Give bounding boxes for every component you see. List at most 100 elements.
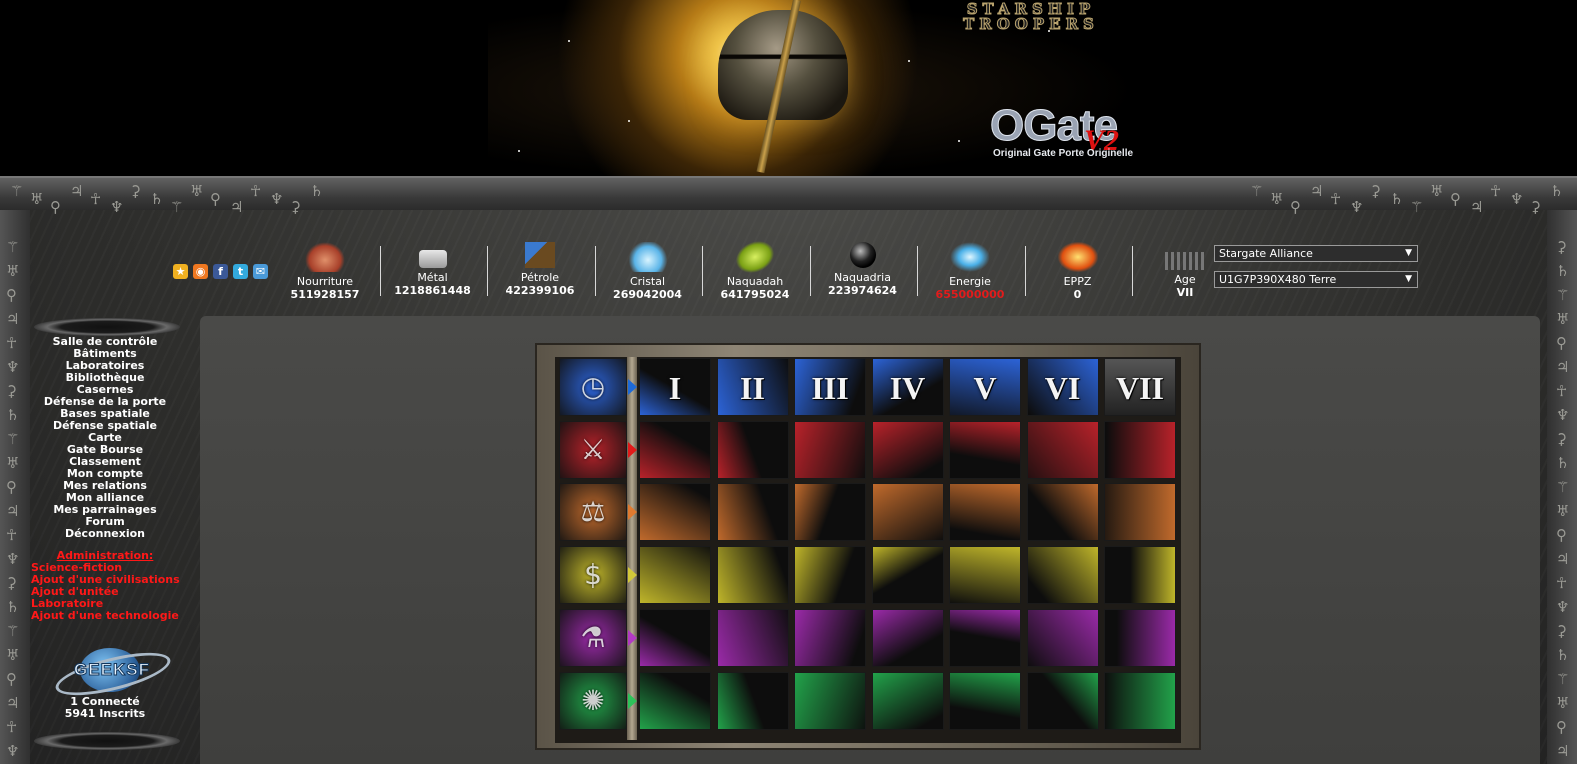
age-header-6[interactable]: VI: [1026, 358, 1099, 416]
category-military[interactable]: ⚔: [559, 420, 627, 479]
tech-cell-energy-5[interactable]: [949, 671, 1021, 730]
resource-eppz: EPPZ 0: [1026, 242, 1130, 301]
starship-troopers-logo: STARSHIP TROOPERS: [963, 0, 1099, 33]
glyph-decoration: ♅: [30, 190, 44, 208]
tech-cell-economy-6[interactable]: [1026, 546, 1099, 605]
tech-cell-politics-3[interactable]: [794, 483, 866, 542]
glyph-decoration: ⚚: [1250, 182, 1264, 200]
alliance-select-value: Stargate Alliance: [1219, 247, 1313, 260]
age-label: VII: [1115, 370, 1164, 406]
resource-energie: Energie 655000000: [918, 242, 1022, 301]
resource-value: 269042004: [613, 288, 682, 301]
category-energy[interactable]: ✺: [559, 671, 627, 730]
glyph-decoration: ♃: [6, 310, 20, 328]
facebook-icon[interactable]: f: [213, 264, 228, 279]
tech-cell-science-2[interactable]: [716, 608, 789, 667]
category-economy[interactable]: $: [559, 546, 627, 605]
resource-name: Naquadah: [726, 275, 784, 288]
resource-value: 1218861448: [394, 284, 471, 297]
row-arrow-icon: [628, 379, 637, 395]
category-ages[interactable]: ◷: [559, 358, 627, 416]
tech-cell-military-4[interactable]: [871, 420, 944, 479]
resource-cristal: Cristal 269042004: [596, 242, 700, 301]
tech-cell-military-5[interactable]: [949, 420, 1021, 479]
tech-cell-politics-1[interactable]: [639, 483, 711, 542]
tech-cell-military-3[interactable]: [794, 420, 866, 479]
tech-cell-science-7[interactable]: [1104, 608, 1176, 667]
planet-select-value: U1G7P390X480 Terre: [1219, 273, 1337, 286]
glyph-decoration: ♆: [1350, 198, 1364, 216]
glyph-decoration: ⚲: [6, 478, 17, 496]
messenger-icon[interactable]: ✉: [253, 264, 268, 279]
age-header-3[interactable]: III: [794, 358, 866, 416]
glyph-decoration: ☥: [6, 718, 18, 736]
age-header-5[interactable]: V: [949, 358, 1021, 416]
tech-cell-science-5[interactable]: [949, 608, 1021, 667]
age-label: V: [973, 370, 997, 406]
tech-cell-energy-2[interactable]: [716, 671, 789, 730]
tech-cell-economy-5[interactable]: [949, 546, 1021, 605]
age-header-2[interactable]: II: [716, 358, 789, 416]
tech-cell-energy-6[interactable]: [1026, 671, 1099, 730]
alliance-select[interactable]: Stargate Alliance ▼: [1214, 245, 1418, 262]
glyph-decoration: ☥: [250, 182, 262, 200]
rss-icon[interactable]: ◉: [193, 264, 208, 279]
resource-naquadria: Naquadria 223974624: [811, 242, 915, 297]
age-header-4[interactable]: IV: [871, 358, 944, 416]
tech-cell-economy-1[interactable]: [639, 546, 711, 605]
glyph-decoration: ⚳: [1556, 238, 1567, 256]
tech-cell-science-1[interactable]: [639, 608, 711, 667]
glyph-decoration: ♅: [190, 182, 204, 200]
tech-cell-politics-6[interactable]: [1026, 483, 1099, 542]
glyph-decoration: ♅: [1270, 190, 1284, 208]
glyph-decoration: ♆: [1556, 406, 1570, 424]
tech-cell-military-1[interactable]: [639, 420, 711, 479]
soldiers-icon: ⚔: [580, 432, 606, 466]
resource-name: Métal: [417, 271, 448, 284]
tech-cell-science-4[interactable]: [871, 608, 944, 667]
tech-cell-energy-7[interactable]: [1104, 671, 1176, 730]
tech-cell-economy-3[interactable]: [794, 546, 866, 605]
tech-cell-politics-5[interactable]: [949, 483, 1021, 542]
planet-select[interactable]: U1G7P390X480 Terre ▼: [1214, 271, 1418, 288]
crystal-icon: [627, 242, 668, 272]
glyph-decoration: ♆: [6, 550, 20, 568]
admin-link-ajout-d-une-technologie[interactable]: Ajout d'une technologie: [30, 610, 180, 622]
ogate-logo[interactable]: OGate V2 Original Gate Porte Originelle: [989, 103, 1180, 164]
tech-cell-military-7[interactable]: [1104, 420, 1176, 479]
glyph-decoration: ⚚: [6, 430, 20, 448]
tech-cell-politics-4[interactable]: [871, 483, 944, 542]
resource-naquadah: Naquadah 641795024: [703, 234, 807, 301]
twitter-icon[interactable]: t: [233, 264, 248, 279]
tech-cell-politics-2[interactable]: [716, 483, 789, 542]
glyph-decoration: ♆: [6, 358, 20, 376]
money-icon: $: [584, 558, 602, 592]
geeksf-label: GEEKSF: [74, 660, 150, 680]
tech-cell-economy-7[interactable]: [1104, 546, 1176, 605]
glyph-decoration: ♅: [1556, 502, 1570, 520]
tech-cell-science-3[interactable]: [794, 608, 866, 667]
tech-cell-military-2[interactable]: [716, 420, 789, 479]
category-politics[interactable]: ⚖: [559, 483, 627, 542]
favorites-icon[interactable]: ★: [173, 264, 188, 279]
tech-cell-economy-4[interactable]: [871, 546, 944, 605]
glyph-decoration: ☥: [1556, 382, 1568, 400]
tech-cell-energy-4[interactable]: [871, 671, 944, 730]
age-header-1[interactable]: I: [639, 358, 711, 416]
tech-cell-military-6[interactable]: [1026, 420, 1099, 479]
glyph-decoration: ♅: [6, 646, 20, 664]
glyph-decoration: ♄: [6, 406, 20, 424]
tech-cell-economy-2[interactable]: [716, 546, 789, 605]
lightning-icon: [950, 242, 990, 272]
tech-cell-politics-7[interactable]: [1104, 483, 1176, 542]
tech-cell-energy-1[interactable]: [639, 671, 711, 730]
tech-cell-science-6[interactable]: [1026, 608, 1099, 667]
tech-cell-energy-3[interactable]: [794, 671, 866, 730]
glyph-decoration: ⚲: [1450, 190, 1461, 208]
age-header-7[interactable]: VII: [1104, 358, 1176, 416]
age-label: I: [668, 370, 682, 406]
geeksf-logo[interactable]: GEEKSF: [48, 644, 175, 704]
glyph-decoration: ⚳: [1370, 182, 1381, 200]
category-science[interactable]: ⚗: [559, 608, 627, 667]
resource-métal: Métal 1218861448: [381, 242, 485, 297]
